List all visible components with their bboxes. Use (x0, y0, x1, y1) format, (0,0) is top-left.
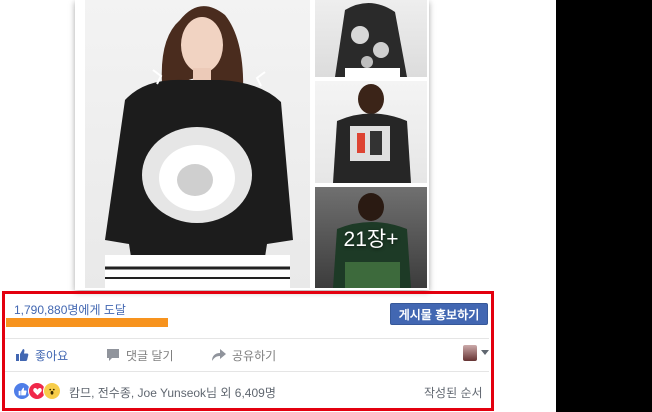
share-arrow-icon (212, 348, 226, 362)
share-label: 공유하기 (232, 348, 277, 363)
divider (5, 371, 489, 372)
boost-post-button[interactable]: 게시물 홍보하기 (390, 303, 488, 325)
divider (5, 338, 489, 339)
like-label: 좋아요 (35, 348, 69, 363)
reactors-summary[interactable]: 캄므, 전수종, Joe Yunseok님 외 6,409명 (69, 384, 276, 401)
comment-label: 댓글 달기 (126, 348, 174, 363)
model-illustration (105, 6, 293, 288)
chevron-down-icon[interactable] (481, 350, 489, 355)
reaction-icons[interactable] (13, 382, 61, 400)
page-avatar-selector[interactable] (463, 345, 477, 361)
thumbnail-2-illustration (333, 84, 411, 183)
thumbnail-3[interactable]: 21장+ (315, 187, 427, 288)
reach-count[interactable]: 1,790,880명에게 도달 (14, 301, 126, 318)
like-button[interactable]: 좋아요 (15, 346, 68, 364)
comment-sort-dropdown[interactable]: 작성된 순서 (424, 384, 483, 401)
comment-button[interactable]: 댓글 달기 (106, 346, 174, 364)
thumbnail-1[interactable] (315, 0, 427, 77)
wow-reaction-icon (43, 382, 61, 400)
comment-icon (106, 348, 120, 362)
thumbs-up-icon (15, 348, 29, 362)
more-photos-count: 21장+ (343, 228, 399, 251)
share-button[interactable]: 공유하기 (212, 346, 276, 364)
main-photo[interactable] (85, 0, 310, 288)
thumbnail-1-illustration (335, 2, 407, 77)
dark-side-panel (556, 0, 652, 412)
post-card: 21장+ 1,790,880명에게 도달 게시물 홍보하기 좋아요 댓글 달기 … (0, 0, 494, 412)
thumbnail-2[interactable] (315, 81, 427, 183)
reach-bar (6, 318, 168, 327)
